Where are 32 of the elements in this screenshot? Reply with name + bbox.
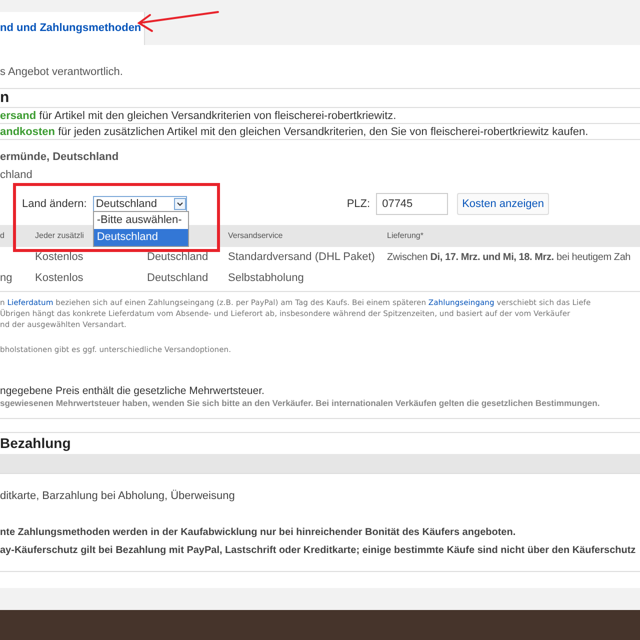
dropdown-option[interactable]: Deutschland [94, 229, 188, 246]
table-cell: Selbstabholung [228, 272, 304, 284]
table-cell: ng [0, 272, 12, 284]
country-select[interactable]: Deutschland [92, 196, 187, 212]
postcode-label: PLZ: [346, 196, 370, 212]
item-location: ermünde, Deutschland [0, 150, 120, 164]
payment-methods: ditkarte, Barzahlung bei Abholung, Überweisung [0, 489, 236, 503]
ships-to-text: chland [0, 168, 34, 182]
payment-note: nte Zahlungsmethoden werden in der Kaufabwicklung nur bei hinreichender Bonität des Käufers angeboten. [0, 526, 517, 539]
table-cell: Kostenlos [35, 251, 84, 264]
table-cell: Kostenlos [35, 272, 84, 284]
table-cell: Deutschland [147, 251, 208, 264]
vat-hint: sgewiesenen Mehrwertsteuer haben, wenden Sie sich bitte an den Verkäufer. Bei internationalen Verkäufen gelten die gesetzlichen Bestimmungen. [0, 398, 601, 409]
column-header: d [0, 231, 4, 240]
chevron-down-icon [174, 198, 186, 210]
section-heading: n [0, 89, 10, 107]
section-heading: Bezahlung [0, 434, 72, 453]
column-header: Jeder zusätzli [35, 231, 84, 240]
payment-note: ay-Käuferschutz gilt bei Bezahlung mit PayPal, Lastschrift oder Kreditkarte; einige bestimmte Käufe sind nicht über den Käuferschutz [0, 544, 637, 557]
table-cell: Deutschland [147, 272, 208, 284]
country-label: Land ändern: [22, 196, 87, 212]
vat-note: ngegebene Preis enthält die gesetzliche Mehrwertsteuer. [0, 385, 266, 398]
tab[interactable]: nd und Zahlungsmethoden [0, 12, 145, 45]
table-cell: Standardversand (DHL Paket) [228, 251, 375, 264]
shipping-rule-text: ersand für Artikel mit den gleichen Versandkriterien von fleischerei-robertkriewitz. [0, 108, 396, 122]
intro-text: s Angebot verantwortlich. [0, 65, 124, 79]
postcode-field[interactable]: 07745 [376, 193, 448, 215]
column-header: Lieferung* [387, 231, 424, 240]
show-costs-button[interactable]: Kosten anzeigen [457, 193, 550, 215]
table-cell: Zwischen Di, 17. Mrz. und Mi, 18. Mrz. bei heutigem Zah [387, 252, 631, 264]
shipping-rule-text: andkosten für jeden zusätzlichen Artikel mit den gleichen Versandkriterien, den Sie von fleischerei-robertkriewitz kaufen. [0, 124, 588, 138]
column-header: Versandservice [228, 231, 283, 240]
